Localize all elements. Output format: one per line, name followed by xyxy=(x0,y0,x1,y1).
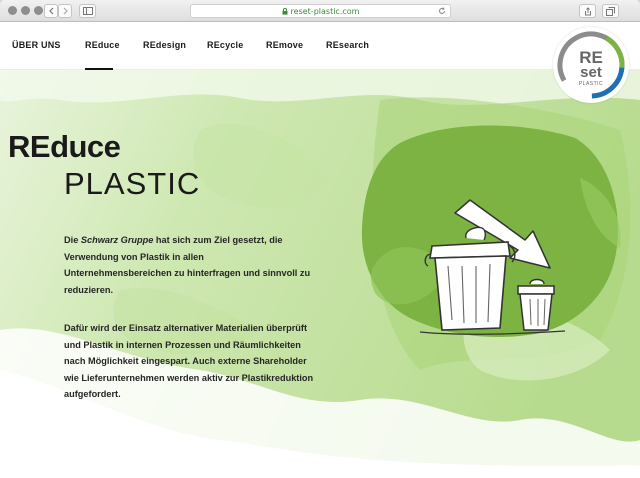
browser-toolbar: reset-plastic.com xyxy=(0,0,640,22)
chevron-right-icon xyxy=(63,7,68,15)
forward-button[interactable] xyxy=(58,4,72,18)
close-window-button[interactable] xyxy=(8,6,17,15)
tabs-icon xyxy=(606,6,615,16)
nav-item-redesign[interactable]: REdesign xyxy=(143,40,186,50)
p1-prefix: Die xyxy=(64,235,81,245)
browser-window: reset-plastic.com ÜBER UNS REduce REdesi… xyxy=(0,0,640,478)
reset-plastic-logo[interactable]: RE set PLASTIC xyxy=(553,27,629,103)
logo-text-plastic: PLASTIC xyxy=(579,81,603,87)
sidebar-icon xyxy=(82,7,93,15)
active-nav-indicator xyxy=(85,68,113,70)
small-trash-can-icon xyxy=(517,278,555,331)
zoom-window-button[interactable] xyxy=(34,6,43,15)
nav-item-reduce[interactable]: REduce xyxy=(85,40,120,50)
logo-mark: RE set PLASTIC xyxy=(557,31,625,99)
address-bar[interactable]: reset-plastic.com xyxy=(190,4,451,18)
hero-paragraph-2: Dafür wird der Einsatz alternativer Mate… xyxy=(64,323,314,399)
minimize-window-button[interactable] xyxy=(21,6,30,15)
hero-title-plastic: PLASTIC xyxy=(64,166,201,201)
hero-paragraph-1: Die Schwarz Gruppe hat sich zum Ziel ges… xyxy=(64,232,314,298)
chevron-left-icon xyxy=(48,7,53,15)
reload-icon[interactable] xyxy=(438,7,446,15)
nav-item-ueber-uns[interactable]: ÜBER UNS xyxy=(12,40,61,50)
back-button[interactable] xyxy=(44,4,58,18)
hero-title-reduce: REduce xyxy=(8,129,121,164)
tabs-button[interactable] xyxy=(602,4,619,18)
web-page: ÜBER UNS REduce REdesign REcycle REmove … xyxy=(0,23,640,478)
lock-icon xyxy=(282,7,288,15)
p1-company-name: Schwarz Gruppe xyxy=(80,235,154,245)
share-button[interactable] xyxy=(579,4,596,18)
share-icon xyxy=(584,6,591,15)
main-navigation: ÜBER UNS REduce REdesign REcycle REmove … xyxy=(0,23,640,70)
logo-text-set: set xyxy=(580,64,602,81)
nav-item-research[interactable]: REsearch xyxy=(326,40,369,50)
url-text: reset-plastic.com xyxy=(290,6,360,16)
nav-item-recycle[interactable]: REcycle xyxy=(207,40,243,50)
sidebar-button[interactable] xyxy=(79,4,96,18)
trash-can-illustration xyxy=(361,125,621,338)
nav-item-remove[interactable]: REmove xyxy=(266,40,303,50)
